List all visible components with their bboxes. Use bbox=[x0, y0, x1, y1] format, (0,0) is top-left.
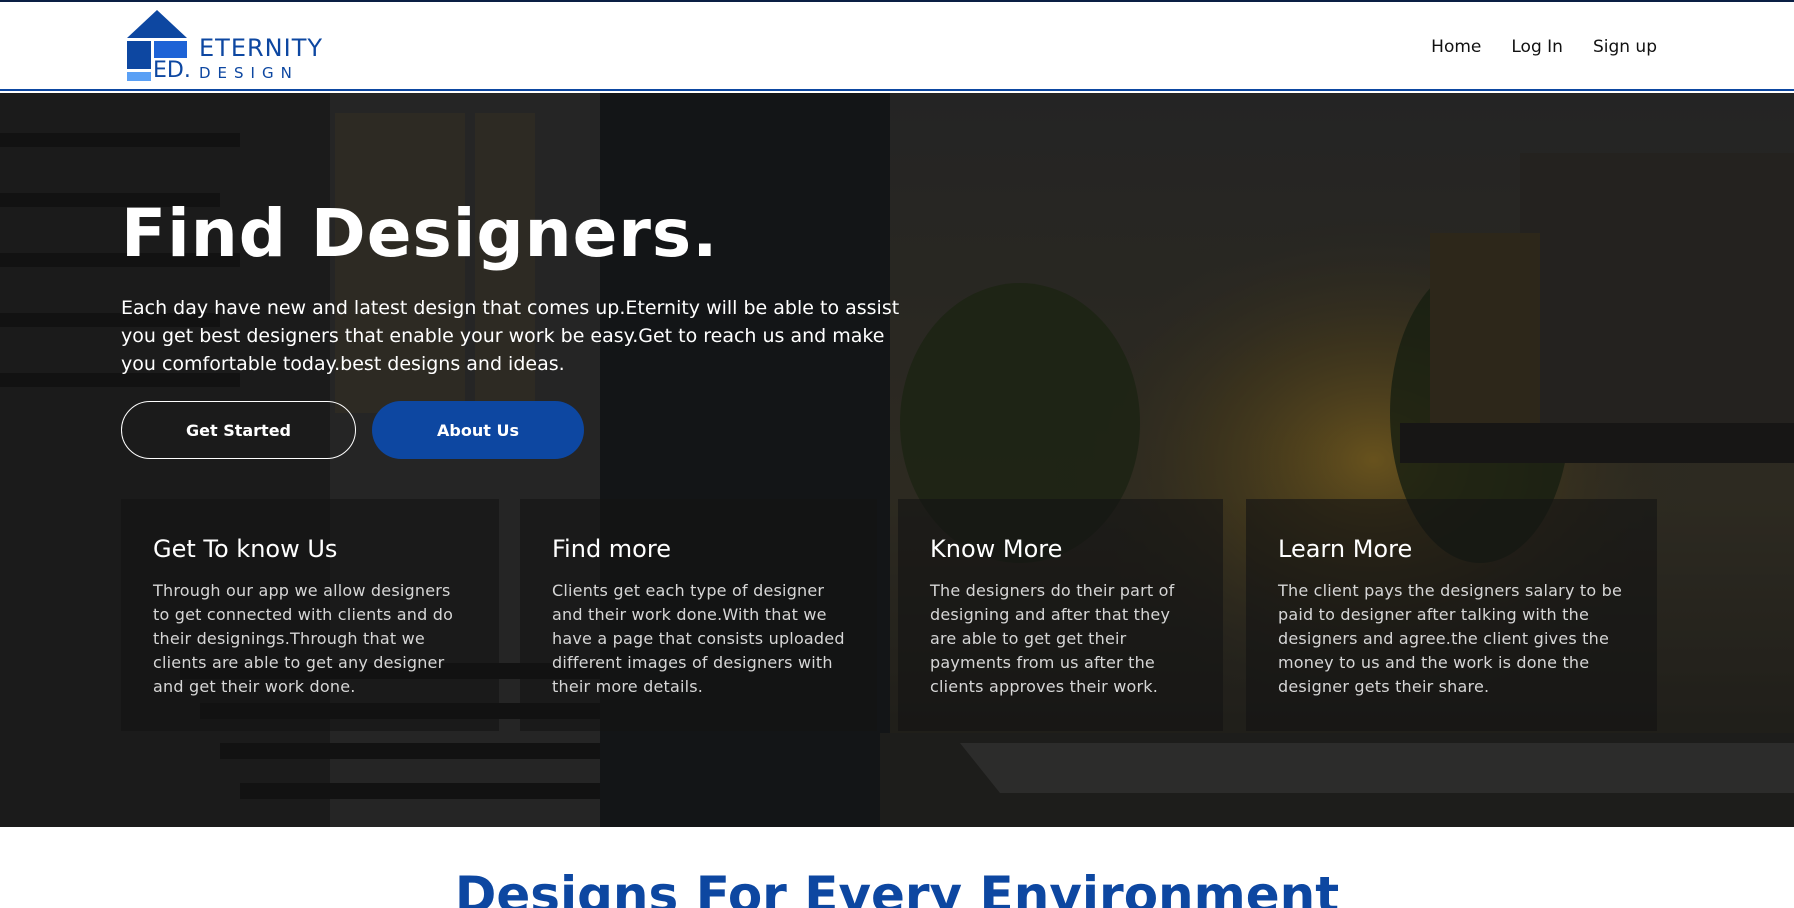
brand-abbr: ED. bbox=[153, 58, 191, 83]
card-text: The client pays the designers salary to … bbox=[1278, 581, 1623, 696]
card-text: Through our app we allow designers to ge… bbox=[153, 581, 454, 696]
info-cards: Get To know Us Through our app we allow … bbox=[121, 499, 1657, 731]
brand-name: ETERNITY bbox=[199, 34, 324, 62]
about-us-button[interactable]: About Us bbox=[372, 401, 584, 459]
brand-logo[interactable]: ED. ETERNITY DESIGN bbox=[127, 10, 327, 86]
get-started-button[interactable]: Get Started bbox=[121, 401, 356, 459]
hero-title: Find Designers. bbox=[121, 195, 719, 272]
navbar: ED. ETERNITY DESIGN Home Log In Sign up bbox=[0, 2, 1794, 91]
section-title: Designs For Every Environment bbox=[454, 866, 1340, 908]
card-title: Find more bbox=[552, 535, 671, 563]
info-card: Get To know Us Through our app we allow … bbox=[121, 499, 499, 731]
brand-subtitle: DESIGN bbox=[199, 64, 299, 82]
info-card: Learn More The client pays the designers… bbox=[1246, 499, 1657, 731]
card-title: Learn More bbox=[1278, 535, 1413, 563]
hero-section: Find Designers. Each day have new and la… bbox=[0, 93, 1794, 827]
main-nav: Home Log In Sign up bbox=[1401, 36, 1657, 58]
hero-description: Each day have new and latest design that… bbox=[121, 297, 900, 375]
nav-login-link[interactable]: Log In bbox=[1511, 36, 1563, 58]
card-title: Know More bbox=[930, 535, 1063, 563]
nav-signup-link[interactable]: Sign up bbox=[1593, 36, 1657, 58]
info-card: Know More The designers do their part of… bbox=[898, 499, 1223, 731]
card-text: The designers do their part of designing… bbox=[930, 581, 1175, 696]
info-card: Find more Clients get each type of desig… bbox=[520, 499, 877, 731]
card-title: Get To know Us bbox=[153, 535, 338, 563]
card-text: Clients get each type of designer and th… bbox=[552, 581, 845, 696]
nav-home-link[interactable]: Home bbox=[1431, 36, 1481, 58]
